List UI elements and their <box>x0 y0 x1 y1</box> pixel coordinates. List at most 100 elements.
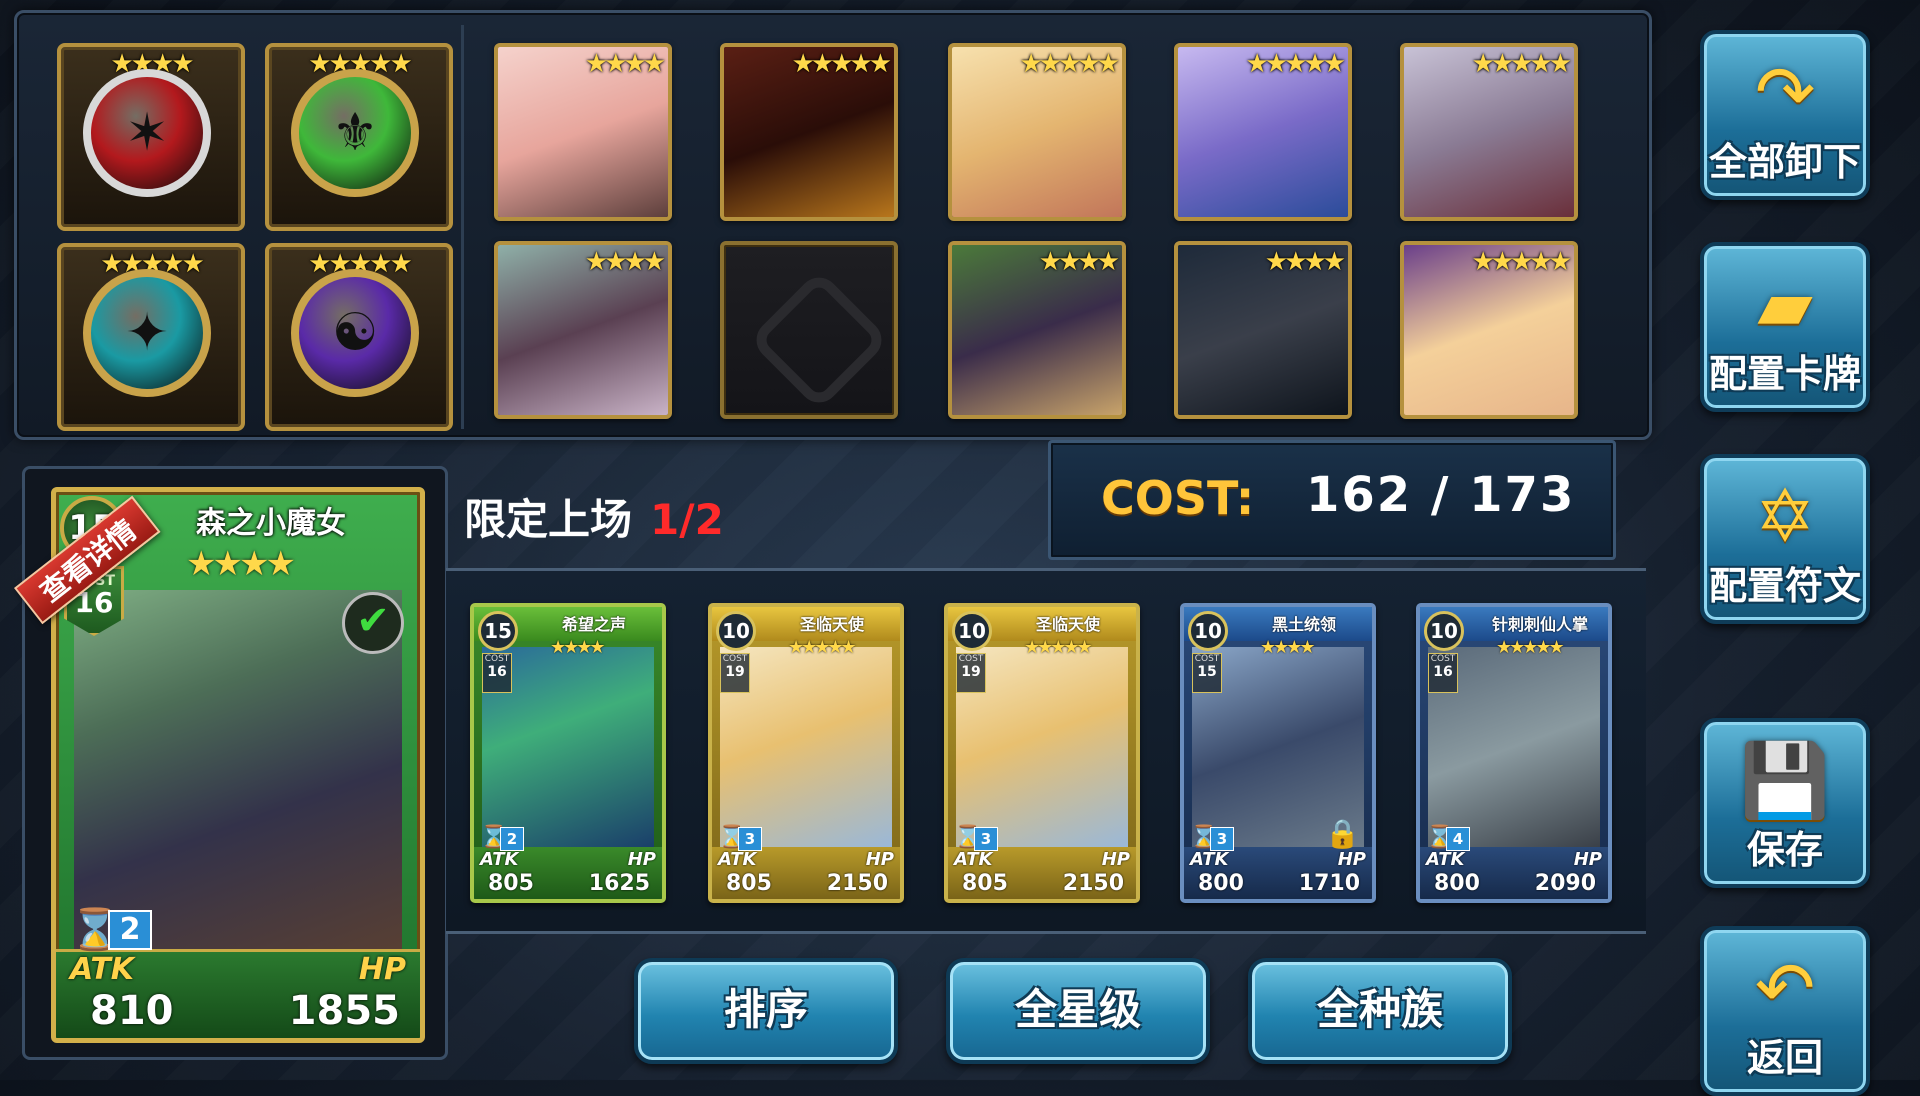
deck-card-8[interactable]: ★★★★ <box>948 241 1126 419</box>
hp-label: HP <box>358 952 406 987</box>
card-item-3[interactable]: 10 COST 19 圣临天使 ★★★★★ ⌛ 3 ATK HP 805 2150 <box>944 603 1140 903</box>
deck-card-3[interactable]: ★★★★★ <box>948 43 1126 221</box>
card-item-4[interactable]: 10 COST 15 黑土统领 ★★★★ ⌛ 3 🔒 ATK HP 800 1710 <box>1180 603 1376 903</box>
card-stars: ★★★★ <box>584 49 666 79</box>
rune-slot-1[interactable]: ★★★★ ✶ <box>57 43 245 231</box>
deck-card-10[interactable]: ★★★★★ <box>1400 241 1578 419</box>
card-name: 希望之声 <box>561 615 626 634</box>
yin-yang-icon: ☯ <box>331 303 379 363</box>
deck-card-slots: ★★★★ ★★★★★ ★★★★★ ★★★★★ ★★★★★ ★★★★ ★★★★ ★… <box>461 25 1634 429</box>
cost-badge: COST 16 <box>482 653 512 693</box>
card-item-2[interactable]: 10 COST 19 圣临天使 ★★★★★ ⌛ 3 ATK HP 805 2150 <box>708 603 904 903</box>
hp-label: HP <box>865 849 894 870</box>
level-badge: 10 <box>1424 611 1464 651</box>
hp-value: 1855 <box>288 988 400 1034</box>
cost-value: 19 <box>725 664 745 680</box>
deck-card-4[interactable]: ★★★★★ <box>1174 43 1352 221</box>
skill-badge: ⌛ 3 <box>718 825 768 853</box>
card-stars: ★★★★★ <box>1496 637 1565 658</box>
card-stats: ATK HP 810 1855 <box>56 949 420 1038</box>
hp-value: 1710 <box>1298 871 1360 896</box>
card-name: 黑土统领 <box>1271 615 1336 634</box>
hp-value: 1625 <box>588 871 650 896</box>
cost-value: 16 <box>487 664 507 680</box>
sort-button[interactable]: 排序 <box>634 958 898 1064</box>
card-stars: ★★★★ <box>186 544 296 584</box>
card-stats: ATK HP 805 1625 <box>474 847 662 899</box>
cost-badge: COST 19 <box>720 653 750 693</box>
hexagram-icon: ✡ <box>1754 474 1816 558</box>
card-stars: ★★★★★ <box>788 637 857 658</box>
deck-panel: ★★★★ ✶ ★★★★★ ⚜ ★★★★★ ✦ ★★★★★ ☯ ★★★★ ★★★★… <box>14 10 1652 440</box>
skill-value: 2 <box>108 910 152 950</box>
deck-card-empty-slot[interactable] <box>720 241 898 419</box>
card-stars: ★★★★ <box>1260 637 1316 658</box>
card-name: 圣临天使 <box>1035 615 1100 634</box>
check-icon: ✔ <box>342 592 404 654</box>
skill-value: 4 <box>1446 827 1470 851</box>
card-item-5[interactable]: 10 COST 16 针刺刺仙人掌 ★★★★★ ⌛ 4 ATK HP 800 209… <box>1416 603 1612 903</box>
cost-badge: COST 15 <box>1192 653 1222 693</box>
deck-card-2[interactable]: ★★★★★ <box>720 43 898 221</box>
card-stats: ATK HP 800 1710 <box>1184 847 1372 899</box>
card-stars: ★★★★★ <box>1471 49 1572 79</box>
deploy-limit: 限定上场 1/2 <box>464 486 724 547</box>
rune-slot-2[interactable]: ★★★★★ ⚜ <box>265 43 453 231</box>
level-badge: 10 <box>716 611 756 651</box>
rune-slot-4[interactable]: ★★★★★ ☯ <box>265 243 453 431</box>
atk-value: 805 <box>488 871 534 896</box>
unequip-all-button[interactable]: ↷ 全部卸下 <box>1700 30 1870 200</box>
hp-label: HP <box>1573 849 1602 870</box>
button-label: 配置卡牌 <box>1708 352 1861 396</box>
deck-card-5[interactable]: ★★★★★ <box>1400 43 1578 221</box>
hp-value: 2150 <box>1062 871 1124 896</box>
card-stars: ★★★★ <box>584 247 666 277</box>
cost-value: 162 / 173 <box>1306 467 1576 523</box>
cost-label: COST <box>958 654 984 664</box>
card-name: 圣临天使 <box>799 615 864 634</box>
deck-card-9[interactable]: ★★★★ <box>1174 241 1352 419</box>
hp-label: HP <box>1337 849 1366 870</box>
configure-runes-button[interactable]: ✡ 配置符文 <box>1700 454 1870 624</box>
card-name: 针刺刺仙人掌 <box>1491 615 1588 634</box>
deck-card-1[interactable]: ★★★★ <box>494 43 672 221</box>
rune-gem: ✶ <box>83 69 211 197</box>
cost-label: COST <box>484 654 510 664</box>
rune-gem: ⚜ <box>291 69 419 197</box>
cost-badge: COST 16 <box>1428 653 1458 693</box>
level-badge: 10 <box>952 611 992 651</box>
save-button[interactable]: 💾 保存 <box>1700 718 1870 888</box>
configure-cards-button[interactable]: ▰ 配置卡牌 <box>1700 242 1870 412</box>
card-list[interactable]: 15 COST 16 希望之声 ★★★★ ⌛ 2 ATK HP 805 1625 1… <box>446 568 1646 934</box>
atk-value: 805 <box>962 871 1008 896</box>
atk-value: 810 <box>90 988 174 1034</box>
wing-emblem-icon: ⚜ <box>331 103 379 163</box>
atk-label: ATK <box>70 952 135 987</box>
cost-label: COST <box>722 654 748 664</box>
hp-value: 2150 <box>826 871 888 896</box>
card-stats: ATK HP 805 2150 <box>712 847 900 899</box>
card-item-1[interactable]: 15 COST 16 希望之声 ★★★★ ⌛ 2 ATK HP 805 1625 <box>470 603 666 903</box>
race-filter-button[interactable]: 全种族 <box>1248 958 1512 1064</box>
return-arrow-icon: ↶ <box>1754 946 1816 1030</box>
skill-badge: ⌛ 4 <box>1426 825 1476 853</box>
dragon-icon: ✦ <box>125 303 169 363</box>
cost-value: 15 <box>1197 664 1217 680</box>
deck-card-6[interactable]: ★★★★ <box>494 241 672 419</box>
rune-slot-3[interactable]: ★★★★★ ✦ <box>57 243 245 431</box>
atk-value: 800 <box>1434 871 1480 896</box>
cost-badge: COST 19 <box>956 653 986 693</box>
hp-value: 2090 <box>1534 871 1596 896</box>
skill-badge: ⌛ 3 <box>954 825 1004 853</box>
star-filter-button[interactable]: 全星级 <box>946 958 1210 1064</box>
button-label: 配置符文 <box>1708 564 1861 608</box>
deploy-limit-value: 1/2 <box>650 495 724 544</box>
card-stars: ★★★★★ <box>791 49 892 79</box>
card-stars: ★★★★★ <box>1024 637 1093 658</box>
back-button[interactable]: ↶ 返回 <box>1700 926 1870 1096</box>
empty-slot-pattern <box>748 269 890 411</box>
level-badge: 15 <box>478 611 518 651</box>
rune-slots: ★★★★ ✶ ★★★★★ ⚜ ★★★★★ ✦ ★★★★★ ☯ <box>39 25 459 431</box>
curved-arrow-icon: ↷ <box>1754 50 1816 134</box>
cost-value: 19 <box>961 664 981 680</box>
